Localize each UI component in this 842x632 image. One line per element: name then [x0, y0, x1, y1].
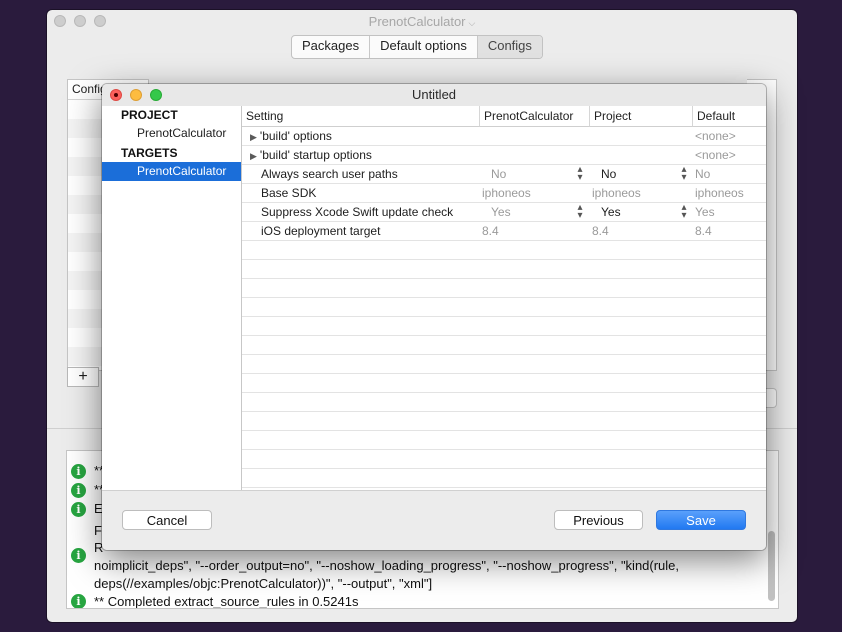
setting-name: Always search user paths [261, 167, 398, 181]
default-value: Yes [695, 205, 715, 219]
target-value[interactable]: 8.4 [482, 222, 499, 240]
previous-button[interactable]: Previous [554, 510, 643, 530]
setting-name: ▶'build' startup options [250, 148, 372, 162]
empty-row [242, 355, 766, 374]
updown-arrows-icon[interactable]: ▴ ▾ [680, 165, 688, 183]
sidebar-item-target[interactable]: PrenotCalculator [102, 162, 241, 181]
target-value-popup[interactable]: No [491, 165, 506, 183]
settings-sidebar: PROJECT PrenotCalculator TARGETS PrenotC… [102, 106, 242, 490]
log-line: deps(//examples/objc:PrenotCalculator))"… [94, 576, 433, 591]
table-row[interactable]: ▶'build' options <none> [242, 127, 766, 146]
empty-row [242, 298, 766, 317]
empty-row [242, 317, 766, 336]
untitled-dialog: Untitled PROJECT PrenotCalculator TARGET… [102, 84, 766, 550]
info-icon: i [71, 483, 86, 498]
empty-row [242, 469, 766, 488]
target-value-popup[interactable]: Yes [491, 203, 511, 221]
empty-row [242, 431, 766, 450]
project-value-popup[interactable]: No [601, 165, 616, 183]
column-header-project[interactable]: Project [589, 106, 692, 127]
table-row[interactable]: ▶'build' startup options <none> [242, 146, 766, 165]
table-row[interactable]: iOS deployment target 8.4 8.4 8.4 [242, 222, 766, 241]
log-line: noimplicit_deps", "--order_output=no", "… [94, 558, 680, 573]
info-icon: i [71, 594, 86, 608]
column-header-setting[interactable]: Setting [242, 106, 479, 127]
console-scrollbar[interactable] [768, 531, 775, 601]
updown-arrows-icon[interactable]: ▴ ▾ [576, 203, 584, 221]
setting-name: iOS deployment target [261, 224, 381, 238]
info-icon: i [71, 502, 86, 517]
column-header-target[interactable]: PrenotCalculator [479, 106, 589, 127]
add-config-button[interactable]: + [67, 367, 99, 387]
empty-row [242, 279, 766, 298]
updown-arrows-icon[interactable]: ▴ ▾ [576, 165, 584, 183]
project-value-popup[interactable]: Yes [601, 203, 621, 221]
sidebar-project-header: PROJECT [121, 108, 178, 122]
empty-row [242, 412, 766, 431]
sidebar-targets-header: TARGETS [121, 146, 178, 160]
updown-arrows-icon[interactable]: ▴ ▾ [680, 203, 688, 221]
table-row[interactable]: Base SDK iphoneos iphoneos iphoneos [242, 184, 766, 203]
log-line: ** Completed extract_source_rules in 0.5… [94, 594, 359, 609]
cancel-button[interactable]: Cancel [122, 510, 212, 530]
chevron-down-icon[interactable]: ⌵ [469, 18, 476, 28]
default-value: 8.4 [695, 224, 712, 238]
sidebar-item-project[interactable]: PrenotCalculator [102, 124, 241, 143]
default-value: No [695, 167, 711, 181]
default-value: <none> [695, 148, 736, 162]
dialog-titlebar: Untitled [102, 84, 766, 107]
setting-name: Suppress Xcode Swift update check [261, 205, 454, 219]
empty-row [242, 450, 766, 469]
project-value[interactable]: 8.4 [592, 222, 609, 240]
tab-packages[interactable]: Packages [292, 36, 371, 58]
tab-configs[interactable]: Configs [477, 36, 542, 58]
target-value[interactable]: iphoneos [482, 184, 531, 202]
settings-table: Setting PrenotCalculator Project Default… [242, 106, 766, 490]
empty-row [242, 393, 766, 412]
info-icon: i [71, 464, 86, 479]
tab-segmented-control: Packages Default options Configs [291, 35, 543, 59]
setting-name: ▶'build' options [250, 129, 332, 143]
dialog-title: Untitled [411, 87, 457, 102]
save-button[interactable]: Save [656, 510, 746, 530]
dialog-button-bar: Cancel Previous Save [102, 490, 766, 550]
main-title-text: PrenotCalculator [368, 14, 466, 29]
main-titlebar: PrenotCalculator ⌵ [47, 10, 797, 34]
empty-row [242, 374, 766, 393]
info-icon: i [71, 548, 86, 563]
empty-row [242, 241, 766, 260]
table-row[interactable]: Always search user paths No ▴ ▾ No ▴ ▾ No [242, 165, 766, 184]
empty-row [242, 336, 766, 355]
project-value[interactable]: iphoneos [592, 184, 641, 202]
setting-name: Base SDK [261, 186, 317, 200]
table-row[interactable]: Suppress Xcode Swift update check Yes ▴ ▾… [242, 203, 766, 222]
tab-default-options[interactable]: Default options [370, 36, 478, 58]
default-value: iphoneos [695, 186, 744, 200]
disclosure-triangle-icon[interactable]: ▶ [250, 151, 257, 161]
column-header-default[interactable]: Default [692, 106, 766, 127]
default-value: <none> [695, 129, 736, 143]
main-window-title: PrenotCalculator ⌵ [47, 14, 797, 29]
disclosure-triangle-icon[interactable]: ▶ [250, 132, 257, 142]
empty-row [242, 260, 766, 279]
